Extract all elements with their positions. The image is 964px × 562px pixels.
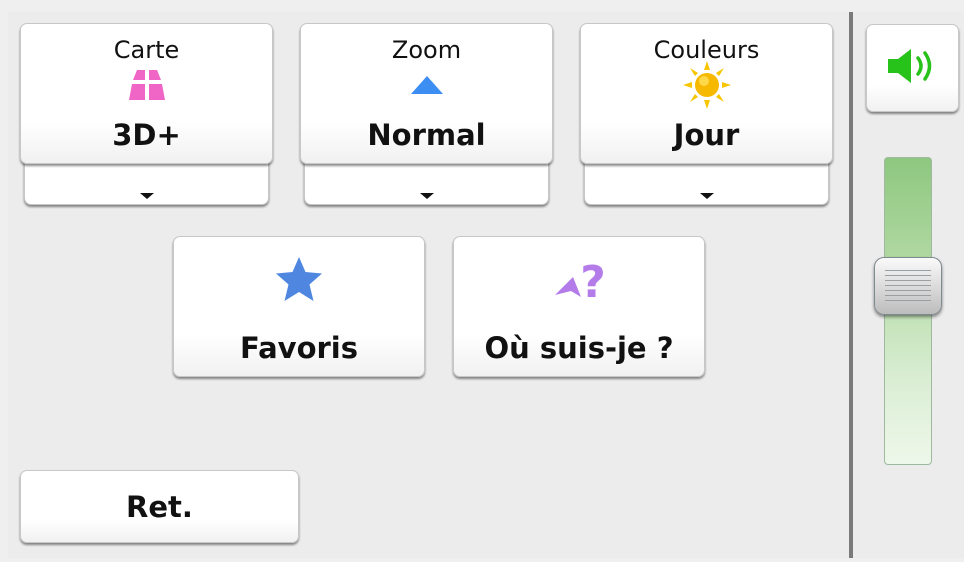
zoom-button[interactable]: Zoom Normal xyxy=(300,23,553,164)
colors-button[interactable]: Couleurs Jour xyxy=(580,23,833,164)
zoom-caption: Zoom xyxy=(391,36,462,64)
where-am-i-icon: ? xyxy=(539,253,619,313)
volume-slider-handle[interactable] xyxy=(874,257,942,315)
chevron-down-icon xyxy=(419,193,434,199)
favorites-label: Favoris xyxy=(239,331,358,365)
colors-dropdown: Couleurs Jour xyxy=(580,23,833,205)
sound-toggle-button[interactable] xyxy=(866,24,959,112)
back-button[interactable]: Ret. xyxy=(20,470,299,543)
sun-icon xyxy=(682,61,732,114)
map-view-dropdown: Carte 3D+ xyxy=(20,23,273,205)
svg-text:?: ? xyxy=(580,257,606,308)
screen: Carte 3D+ Zoom Normal Couleurs Jour Favo… xyxy=(0,0,964,562)
3d-map-icon xyxy=(127,66,167,108)
chevron-down-icon xyxy=(699,193,714,199)
where-am-i-button[interactable]: ? Où suis-je ? xyxy=(453,236,705,377)
map-view-button[interactable]: Carte 3D+ xyxy=(20,23,273,164)
where-am-i-label: Où suis-je ? xyxy=(484,331,674,365)
colors-value: Jour xyxy=(673,118,740,152)
speaker-icon xyxy=(884,46,942,90)
zoom-dropdown: Zoom Normal xyxy=(300,23,553,205)
back-label: Ret. xyxy=(126,490,193,524)
map-view-caption: Carte xyxy=(113,36,180,64)
chevron-down-icon xyxy=(139,193,154,199)
grip-lines-icon xyxy=(885,270,931,302)
zoom-arrow-icon xyxy=(405,66,449,108)
star-icon xyxy=(271,253,327,309)
zoom-value: Normal xyxy=(367,118,486,152)
map-view-value: 3D+ xyxy=(112,118,181,152)
favorites-button[interactable]: Favoris xyxy=(173,236,425,377)
